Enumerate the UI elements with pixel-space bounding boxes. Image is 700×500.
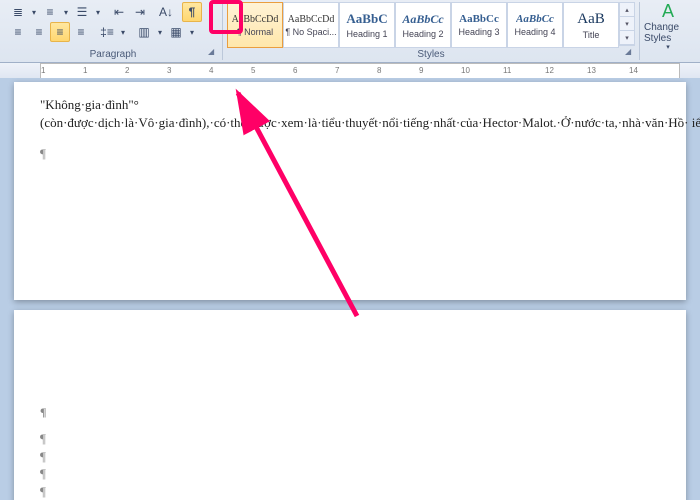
style-preview: AaBbC <box>346 11 387 27</box>
paragraph-mark-icon: ¶ <box>40 405 46 419</box>
line-spacing-dropdown[interactable]: ▾ <box>118 22 128 42</box>
line-spacing-button[interactable]: ‡≡ <box>97 22 117 42</box>
style-item-title[interactable]: AaB Title <box>563 2 619 48</box>
style-label: Title <box>583 30 600 40</box>
justify-button[interactable]: ≡ <box>71 22 91 42</box>
styles-scroll-button[interactable]: ▾ <box>620 17 634 31</box>
style-preview: AaBbCc <box>402 12 443 27</box>
ribbon: ≣ ▾ ≡ ▾ ☰ ▾ ⇤ ⇥ A↓ ¶ ≡ ≡ ≡ ≡ ‡≡ ▾ ▥ ▾ ▦ … <box>0 0 700 63</box>
align-left-button[interactable]: ≡ <box>8 22 28 42</box>
align-right-button[interactable]: ≡ <box>50 22 70 42</box>
group-change-styles: A Change Styles ▾ <box>640 2 696 60</box>
multilevel-dropdown[interactable]: ▾ <box>93 2 103 22</box>
style-preview: AaBbCc <box>516 13 554 25</box>
style-label: Heading 1 <box>346 29 387 39</box>
borders-dropdown[interactable]: ▾ <box>187 22 197 42</box>
style-label: ¶ No Spaci... <box>285 27 336 37</box>
change-styles-button[interactable]: A Change Styles ▾ <box>644 2 692 51</box>
page-2[interactable]: ¶ ¶ ¶ ¶ ¶ ¶ <box>14 310 686 500</box>
style-preview: AaBbCcDd <box>232 14 279 25</box>
styles-scroll-button[interactable]: ▴ <box>620 3 634 17</box>
paragraph-mark-icon: ¶ <box>40 431 46 446</box>
paragraph-text[interactable]: "Không·gia·đình"°(còn·được·dịch·là·Vô·gi… <box>40 97 700 130</box>
style-item-heading-4[interactable]: AaBbCc Heading 4 <box>507 2 563 48</box>
group-label-styles: Styles <box>223 48 639 61</box>
page-1[interactable]: "Không·gia·đình"°(còn·được·dịch·là·Vô·gi… <box>14 82 686 300</box>
paragraph-dialog-launcher[interactable]: ◢ <box>208 47 220 59</box>
styles-gallery[interactable]: AaBbCcDd¶ NormalAaBbCcDd¶ No Spaci...AaB… <box>227 2 635 46</box>
style-preview: AaB <box>577 11 605 28</box>
styles-more-button[interactable]: ▾ <box>620 31 634 45</box>
multilevel-list-button[interactable]: ☰ <box>72 2 92 22</box>
change-styles-icon: A <box>662 2 674 22</box>
increase-indent-button[interactable]: ⇥ <box>130 2 150 22</box>
shading-dropdown[interactable]: ▾ <box>155 22 165 42</box>
paragraph-mark-icon: ¶ <box>40 146 46 161</box>
style-item--no-spaci-[interactable]: AaBbCcDd ¶ No Spaci... <box>283 2 339 48</box>
style-item-heading-2[interactable]: AaBbCc Heading 2 <box>395 2 451 48</box>
show-hide-paragraph-marks-button[interactable]: ¶ <box>182 2 202 22</box>
numbering-dropdown[interactable]: ▾ <box>61 2 71 22</box>
bullets-button[interactable]: ≣ <box>8 2 28 22</box>
document-area: "Không·gia·đình"°(còn·được·dịch·là·Vô·gi… <box>0 78 700 500</box>
numbering-button[interactable]: ≡ <box>40 2 60 22</box>
style-item-heading-3[interactable]: AaBbCc Heading 3 <box>451 2 507 48</box>
bullets-dropdown[interactable]: ▾ <box>29 2 39 22</box>
paragraph-mark-icon: ¶ <box>40 449 46 464</box>
group-styles: AaBbCcDd¶ NormalAaBbCcDd¶ No Spaci...AaB… <box>223 2 640 60</box>
style-label: ¶ Normal <box>237 27 273 37</box>
decrease-indent-button[interactable]: ⇤ <box>109 2 129 22</box>
style-item-heading-1[interactable]: AaBbC Heading 1 <box>339 2 395 48</box>
group-label-paragraph: Paragraph <box>4 48 222 61</box>
style-item--normal[interactable]: AaBbCcDd ¶ Normal <box>227 2 283 48</box>
paragraph-mark-icon: ¶ <box>40 466 46 481</box>
style-label: Heading 4 <box>514 27 555 37</box>
style-label: Heading 3 <box>458 27 499 37</box>
styles-dialog-launcher[interactable]: ◢ <box>625 47 637 59</box>
group-paragraph: ≣ ▾ ≡ ▾ ☰ ▾ ⇤ ⇥ A↓ ¶ ≡ ≡ ≡ ≡ ‡≡ ▾ ▥ ▾ ▦ … <box>4 2 223 60</box>
style-preview: AaBbCc <box>459 13 499 25</box>
borders-button[interactable]: ▦ <box>166 22 186 42</box>
style-preview: AaBbCcDd <box>288 14 335 25</box>
style-label: Heading 2 <box>402 29 443 39</box>
shading-button[interactable]: ▥ <box>134 22 154 42</box>
align-center-button[interactable]: ≡ <box>29 22 49 42</box>
sort-button[interactable]: A↓ <box>156 2 176 22</box>
paragraph-mark-icon: ¶ <box>40 484 46 499</box>
